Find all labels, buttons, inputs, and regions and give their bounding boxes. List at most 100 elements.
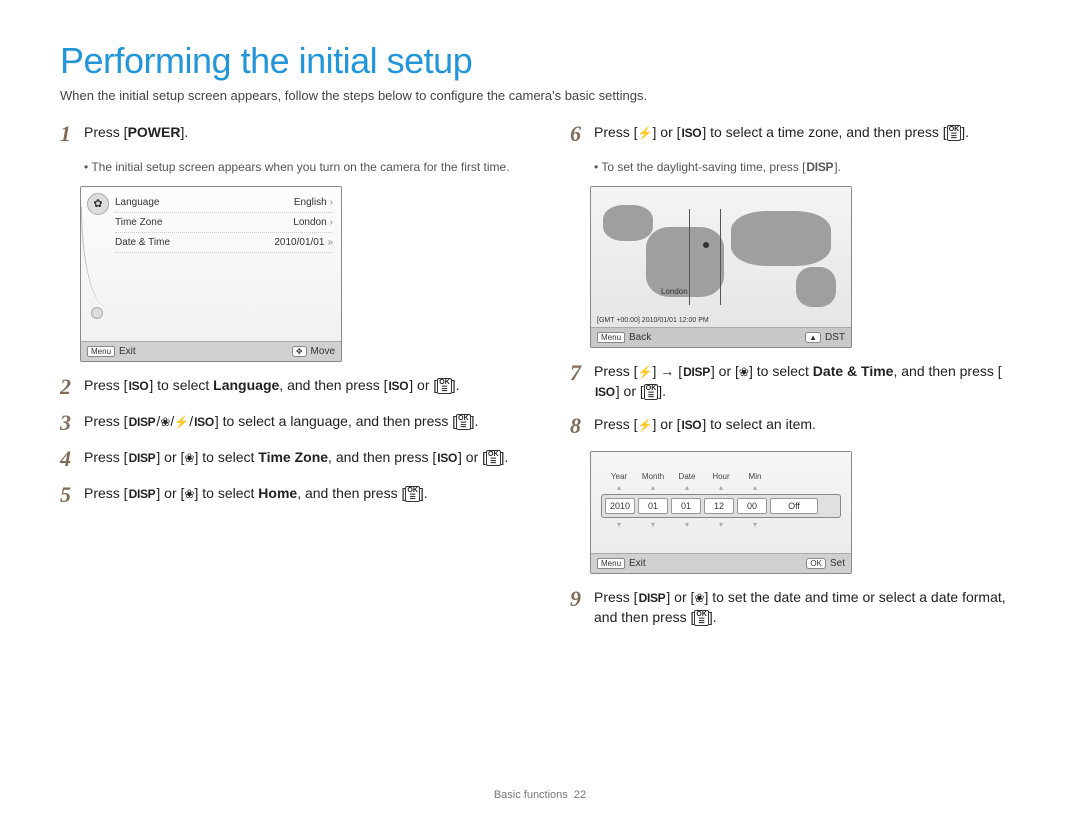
step-1: 1 Press [POWER]. bbox=[60, 123, 510, 145]
column-right: 6 Press [] or [ISO] to select a time zon… bbox=[570, 123, 1020, 642]
macro-icon bbox=[739, 363, 749, 379]
flash-icon bbox=[638, 124, 653, 140]
page-title: Performing the initial setup bbox=[60, 40, 1020, 82]
column-left: 1 Press [POWER]. The initial setup scree… bbox=[60, 123, 510, 642]
up-button-label: ▲ bbox=[805, 332, 821, 343]
iso-icon: ISO bbox=[387, 378, 409, 395]
step-text: Press [] → [DISP] or [] to select Date &… bbox=[594, 362, 1020, 401]
disp-icon: DISP bbox=[805, 159, 834, 176]
step-text: Press [DISP] or [] to select Home, and t… bbox=[84, 484, 510, 504]
step-text: Press [DISP///ISO] to select a language,… bbox=[84, 412, 510, 432]
chevron-right-icon: › bbox=[330, 217, 333, 228]
flash-icon bbox=[638, 363, 653, 379]
chevron-right-icon: › bbox=[330, 197, 333, 208]
step-number: 7 bbox=[570, 362, 584, 384]
year-cell: 2010 bbox=[605, 498, 635, 514]
step-7: 7 Press [] → [DISP] or [] to select Date… bbox=[570, 362, 1020, 401]
iso-icon: ISO bbox=[594, 384, 616, 401]
macro-icon bbox=[184, 485, 194, 501]
step-9: 9 Press [DISP] or [] to set the date and… bbox=[570, 588, 1020, 627]
ok-trash-icon: OK☰ bbox=[947, 125, 962, 141]
step-8: 8 Press [] or [ISO] to select an item. bbox=[570, 415, 1020, 437]
flash-icon bbox=[174, 413, 189, 429]
dst-cell: Off bbox=[770, 498, 818, 514]
step-6: 6 Press [] or [ISO] to select a time zon… bbox=[570, 123, 1020, 145]
step-text: Press [DISP] or [] to set the date and t… bbox=[594, 588, 1020, 627]
hour-cell: 12 bbox=[704, 498, 734, 514]
step-number: 5 bbox=[60, 484, 74, 506]
chevron-right-icon: » bbox=[327, 237, 333, 248]
ok-trash-icon: OK☰ bbox=[486, 450, 501, 466]
datetime-row: 2010 01 01 12 00 Off bbox=[601, 494, 841, 518]
iso-icon: ISO bbox=[436, 450, 458, 467]
nav-button-label: ✥ bbox=[292, 346, 307, 357]
disp-icon: DISP bbox=[128, 486, 157, 503]
step-number: 6 bbox=[570, 123, 584, 145]
disp-icon: DISP bbox=[682, 364, 711, 381]
iso-icon: ISO bbox=[193, 414, 215, 431]
iso-icon: ISO bbox=[128, 378, 150, 395]
step-number: 2 bbox=[60, 376, 74, 398]
date-cell: 01 bbox=[671, 498, 701, 514]
step-text: Press [DISP] or [] to select Time Zone, … bbox=[84, 448, 510, 468]
ok-trash-icon: OK☰ bbox=[694, 610, 709, 626]
step-text: Press [] or [ISO] to select an item. bbox=[594, 415, 1020, 435]
step-text: Press [] or [ISO] to select a time zone,… bbox=[594, 123, 1020, 143]
decorative-curve bbox=[81, 207, 112, 307]
datetime-screen-bar: MenuExit OKSet bbox=[591, 553, 851, 573]
ok-trash-icon: OK☰ bbox=[437, 378, 452, 394]
flash-icon bbox=[638, 416, 653, 432]
step-2: 2 Press [ISO] to select Language, and th… bbox=[60, 376, 510, 398]
datetime-screen-mock: Year Month Date Hour Min ▴▴▴▴▴ 2010 01 0… bbox=[590, 451, 852, 574]
macro-icon bbox=[694, 589, 704, 605]
setup-row-datetime: Date & Time 2010/01/01» bbox=[115, 233, 333, 253]
step-number: 1 bbox=[60, 123, 74, 145]
ok-trash-icon: OK☰ bbox=[405, 486, 420, 502]
step-number: 8 bbox=[570, 415, 584, 437]
datetime-body: Year Month Date Hour Min ▴▴▴▴▴ 2010 01 0… bbox=[591, 452, 851, 553]
macro-icon bbox=[184, 449, 194, 465]
ok-trash-icon: OK☰ bbox=[644, 384, 659, 400]
setup-screen-mock: ✿ Language English› Time Zone London› Da… bbox=[80, 186, 342, 362]
step-text: Press [POWER]. bbox=[84, 123, 510, 143]
step-5: 5 Press [DISP] or [] to select Home, and… bbox=[60, 484, 510, 506]
ok-trash-icon: OK☰ bbox=[456, 414, 471, 430]
world-map: London [GMT +00:00] 2010/01/01 12:00 PM bbox=[591, 187, 851, 327]
menu-button-label: Menu bbox=[87, 346, 115, 357]
page-footer: Basic functions 22 bbox=[0, 789, 1080, 801]
city-label: London bbox=[661, 287, 688, 296]
step-number: 9 bbox=[570, 588, 584, 610]
disp-icon: DISP bbox=[128, 450, 157, 467]
step-number: 3 bbox=[60, 412, 74, 434]
arrows-down: ▾▾▾▾▾ bbox=[601, 520, 841, 529]
timezone-screen-bar: MenuBack ▲DST bbox=[591, 327, 851, 347]
timezone-screen-mock: London [GMT +00:00] 2010/01/01 12:00 PM … bbox=[590, 186, 852, 348]
arrows-up: ▴▴▴▴▴ bbox=[601, 483, 841, 492]
page-subtitle: When the initial setup screen appears, f… bbox=[60, 88, 1020, 103]
dot-icon bbox=[91, 307, 103, 319]
min-cell: 00 bbox=[737, 498, 767, 514]
month-cell: 01 bbox=[638, 498, 668, 514]
setup-row-language: Language English› bbox=[115, 193, 333, 213]
datetime-headers: Year Month Date Hour Min bbox=[601, 472, 841, 483]
disp-icon: DISP bbox=[638, 590, 667, 607]
setup-screen-body: ✿ Language English› Time Zone London› Da… bbox=[81, 187, 341, 341]
step-text: Press [ISO] to select Language, and then… bbox=[84, 376, 510, 396]
ok-button-label: OK bbox=[806, 558, 826, 569]
manual-page: Performing the initial setup When the in… bbox=[0, 0, 1080, 672]
macro-icon bbox=[160, 413, 170, 429]
setup-row-timezone: Time Zone London› bbox=[115, 213, 333, 233]
iso-icon: ISO bbox=[681, 417, 703, 434]
step-3: 3 Press [DISP///ISO] to select a languag… bbox=[60, 412, 510, 434]
menu-button-label: Menu bbox=[597, 332, 625, 343]
step-4: 4 Press [DISP] or [] to select Time Zone… bbox=[60, 448, 510, 470]
timezone-status: [GMT +00:00] 2010/01/01 12:00 PM bbox=[597, 317, 709, 324]
setup-screen-bar: MenuExit ✥Move bbox=[81, 341, 341, 361]
disp-icon: DISP bbox=[128, 414, 157, 431]
step-1-note: The initial setup screen appears when yo… bbox=[84, 159, 510, 176]
step-number: 4 bbox=[60, 448, 74, 470]
step-6-note: To set the daylight-saving time, press [… bbox=[594, 159, 1020, 176]
menu-button-label: Menu bbox=[597, 558, 625, 569]
content-columns: 1 Press [POWER]. The initial setup scree… bbox=[60, 123, 1020, 642]
iso-icon: ISO bbox=[681, 125, 703, 142]
